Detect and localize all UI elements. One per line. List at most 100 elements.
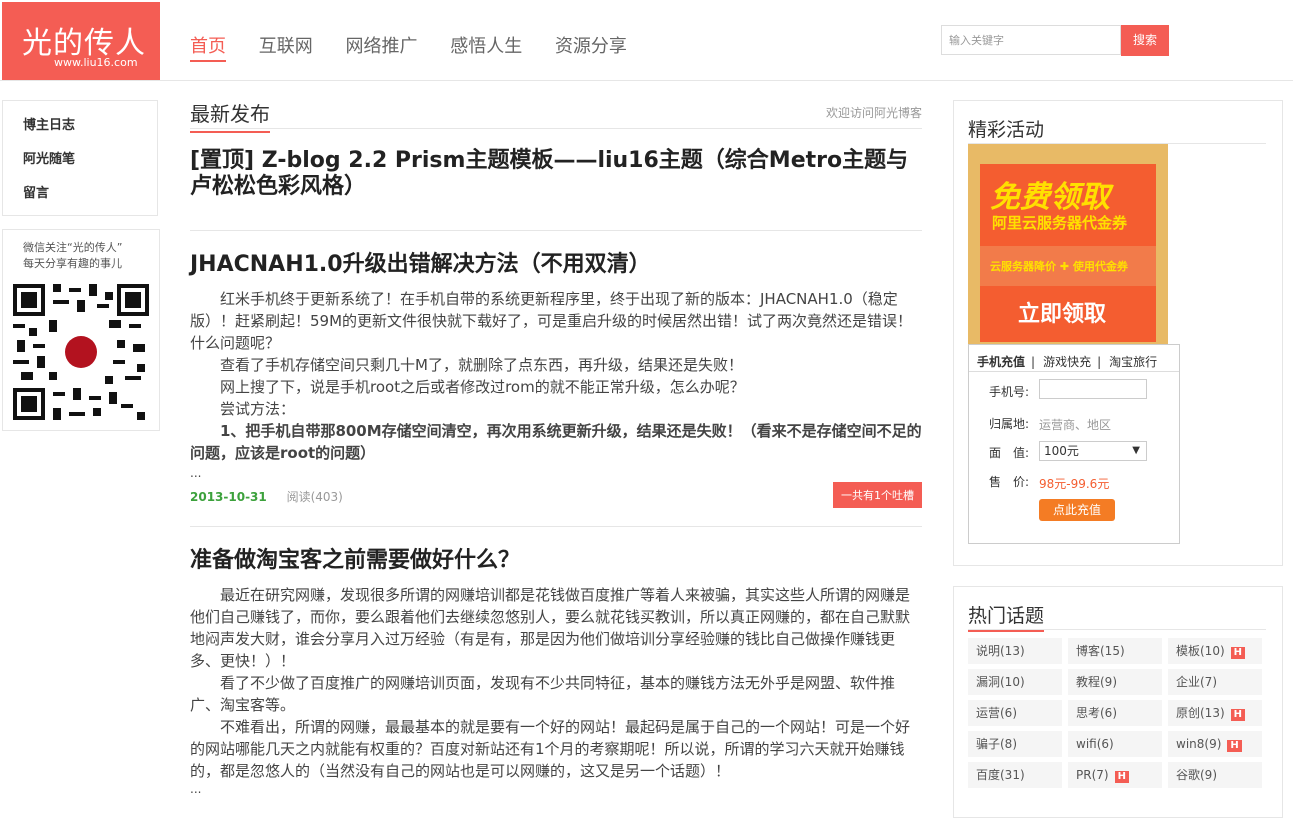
- value-selected: 100元: [1044, 444, 1079, 458]
- topic-tag[interactable]: 百度(31): [968, 762, 1062, 788]
- search-button[interactable]: 搜索: [1121, 25, 1169, 56]
- topic-tag[interactable]: 骗子(8): [968, 731, 1062, 757]
- article-paragraph: 尝试方法：: [220, 400, 296, 418]
- topic-tag[interactable]: 教程(9): [1068, 669, 1162, 695]
- nav-internet[interactable]: 互联网: [259, 32, 313, 60]
- site-logo[interactable]: 光的传人 www.liu16.com: [2, 2, 160, 80]
- topic-tag-label: 教程(9): [1076, 675, 1117, 689]
- nav-home[interactable]: 首页: [190, 32, 226, 62]
- topic-tag-label: 运营(6): [976, 706, 1017, 720]
- topic-tag[interactable]: PR(7) H: [1068, 762, 1162, 788]
- site-header: 光的传人 www.liu16.com 首页 互联网 网络推广 感悟人生 资源分享…: [0, 0, 1293, 81]
- hot-badge: H: [1114, 771, 1129, 783]
- topic-tag-label: 思考(6): [1076, 706, 1117, 720]
- qr-code: [13, 284, 149, 420]
- ad-subline: 阿里云服务器代金券: [992, 214, 1128, 232]
- ad-cta: 立即领取: [1018, 302, 1107, 327]
- article-paragraph: 不难看出，所谓的网赚，最最基本的就是要有一个好的网站！最起码是属于自己的一个网站…: [190, 718, 911, 780]
- hot-badge: H: [1227, 740, 1242, 752]
- section-header: 最新发布 欢迎访问阿光博客: [190, 96, 922, 133]
- topic-tag-label: 百度(31): [976, 768, 1025, 782]
- article-title[interactable]: JHACNAH1.0升级出错解决方法（不用双清）: [190, 252, 922, 278]
- area-hint: 运营商、地区: [1039, 418, 1112, 432]
- topic-tag-label: wifi(6): [1076, 737, 1114, 751]
- read-more-ellipsis: ...: [190, 782, 202, 796]
- article-paragraph: 最近在研究网赚，发现很多所谓的网赚培训都是花钱做百度推广等着人来被骗，其实这些人…: [190, 586, 911, 670]
- wechat-line-1: 微信关注“光的传人”: [23, 241, 123, 254]
- phone-recharge-widget: 手机充值 | 游戏快充 | 淘宝旅行 手机号: 归属地: 运营商、地区 面 值: 100…: [968, 344, 1180, 544]
- topic-tag-label: 骗子(8): [976, 737, 1017, 751]
- welcome-text: 欢迎访问阿光博客: [825, 106, 922, 120]
- topic-tag-label: 说明(13): [976, 644, 1025, 658]
- article-title[interactable]: [置顶] Z-blog 2.2 Prism主题模板——liu16主题（综合Met…: [190, 148, 922, 200]
- hot-topics-box: 热门话题 说明(13) 博客(15) 模板(10) H 漏洞(10) 教程(9) 企业(7)…: [953, 586, 1283, 818]
- price-label: 售 价:: [989, 475, 1030, 489]
- area-label: 归属地:: [989, 417, 1030, 431]
- topic-tag[interactable]: 谷歌(9): [1168, 762, 1262, 788]
- tab-game-recharge[interactable]: 游戏快充: [1035, 345, 1097, 371]
- activity-box: 精彩活动 免费领取 阿里云服务器代金券 云服务器降价 ✚ 使用代金券 立即领取 …: [953, 100, 1283, 566]
- tab-taobao-travel[interactable]: 淘宝旅行: [1101, 345, 1163, 371]
- ad-headline: 免费领取: [990, 180, 1110, 215]
- recharge-tabs: 手机充值 | 游戏快充 | 淘宝旅行: [969, 345, 1179, 372]
- topic-tag[interactable]: 思考(6): [1068, 700, 1162, 726]
- topic-tag[interactable]: 漏洞(10): [968, 669, 1062, 695]
- article-date: 2013-10-31: [190, 490, 267, 504]
- main-content: 最新发布 欢迎访问阿光博客 [置顶] Z-blog 2.2 Prism主题模板—…: [190, 96, 922, 796]
- article-paragraph: 看了不少做了百度推广的网赚培训页面，发现有不少共同特征，基本的赚钱方法无外乎是网…: [190, 674, 896, 714]
- nav-resources[interactable]: 资源分享: [555, 32, 627, 60]
- menu-item-guestbook[interactable]: 留言: [3, 177, 157, 211]
- article-meta: 2013-10-31 阅读(403) 一共有1个吐槽: [190, 482, 922, 514]
- article-paragraph: 1、把手机自带那800M存储空间清空，再次用系统更新升级，结果还是失败！（看来不…: [190, 422, 922, 462]
- wechat-box: 微信关注“光的传人” 每天分享有趣的事儿: [2, 229, 160, 431]
- topic-tag-label: 漏洞(10): [976, 675, 1025, 689]
- topic-tag[interactable]: 博客(15): [1068, 638, 1162, 664]
- search-input[interactable]: 输入关键字: [941, 25, 1121, 55]
- topic-tag-label: 原创(13): [1176, 706, 1225, 720]
- topics-header: 热门话题: [968, 601, 1266, 632]
- recharge-button[interactable]: 点此充值: [1039, 499, 1115, 521]
- topic-tag-label: win8(9): [1176, 737, 1222, 751]
- topic-tag-label: 企业(7): [1176, 675, 1217, 689]
- article-paragraph: 网上搜了下，说是手机root之后或者修改过rom的就不能正常升级，怎么办呢？: [220, 378, 745, 396]
- phone-number-input[interactable]: [1039, 379, 1147, 399]
- hot-badge: H: [1230, 647, 1246, 659]
- tab-phone-recharge[interactable]: 手机充值: [969, 345, 1031, 371]
- nav-life[interactable]: 感悟人生: [450, 32, 522, 60]
- left-menu: 博主日志 阿光随笔 留言: [2, 100, 158, 216]
- topics-title: 热门话题: [968, 605, 1045, 632]
- activity-header: 精彩活动: [968, 115, 1266, 146]
- value-label: 面 值:: [989, 446, 1030, 460]
- article-taobaoke: 准备做淘宝客之前需要做好什么？ 最近在研究网赚，发现很多所谓的网赚培训都是花钱做…: [190, 548, 922, 796]
- topic-tag[interactable]: 模板(10) H: [1168, 638, 1262, 664]
- topic-tag[interactable]: 原创(13) H: [1168, 700, 1262, 726]
- topic-tag[interactable]: win8(9) H: [1168, 731, 1262, 757]
- topic-tag-label: 模板(10): [1176, 644, 1225, 658]
- caret-down-icon: ▼: [1132, 445, 1140, 456]
- ad-tagline: 云服务器降价 ✚ 使用代金券: [990, 260, 1128, 273]
- topic-tag[interactable]: wifi(6): [1068, 731, 1162, 757]
- article-pinned: [置顶] Z-blog 2.2 Prism主题模板——liu16主题（综合Met…: [190, 148, 922, 200]
- comment-count-button[interactable]: 一共有1个吐槽: [833, 482, 922, 508]
- topic-tag[interactable]: 说明(13): [968, 638, 1062, 664]
- wechat-line-2: 每天分享有趣的事儿: [23, 257, 122, 270]
- phone-label: 手机号:: [989, 385, 1030, 399]
- topic-tag-label: 谷歌(9): [1176, 768, 1217, 782]
- read-more-ellipsis: ...: [190, 466, 202, 480]
- aliyun-ad-banner[interactable]: 免费领取 阿里云服务器代金券 云服务器降价 ✚ 使用代金券 立即领取: [968, 144, 1168, 344]
- value-select[interactable]: 100元 ▼: [1039, 441, 1147, 461]
- topic-tag-label: 博客(15): [1076, 644, 1125, 658]
- topic-tag[interactable]: 企业(7): [1168, 669, 1262, 695]
- menu-item-blog-log[interactable]: 博主日志: [3, 109, 157, 143]
- menu-item-notes[interactable]: 阿光随笔: [3, 143, 157, 177]
- hot-badge: H: [1230, 709, 1246, 721]
- article-paragraph: 红米手机终于更新系统了！在手机自带的系统更新程序里，终于出现了新的版本：JHAC…: [190, 290, 913, 352]
- article-views: 阅读(403): [286, 490, 343, 504]
- article-jhacnah: JHACNAH1.0升级出错解决方法（不用双清） 红米手机终于更新系统了！在手机…: [190, 252, 922, 514]
- topic-tag[interactable]: 运营(6): [968, 700, 1062, 726]
- main-nav: 首页 互联网 网络推广 感悟人生 资源分享: [190, 32, 654, 62]
- logo-url: www.liu16.com: [54, 56, 138, 69]
- nav-promotion[interactable]: 网络推广: [345, 32, 417, 60]
- article-paragraph: 查看了手机存储空间只剩几十M了，就删除了点东西，再升级，结果还是失败！: [220, 356, 743, 374]
- article-title[interactable]: 准备做淘宝客之前需要做好什么？: [190, 548, 922, 574]
